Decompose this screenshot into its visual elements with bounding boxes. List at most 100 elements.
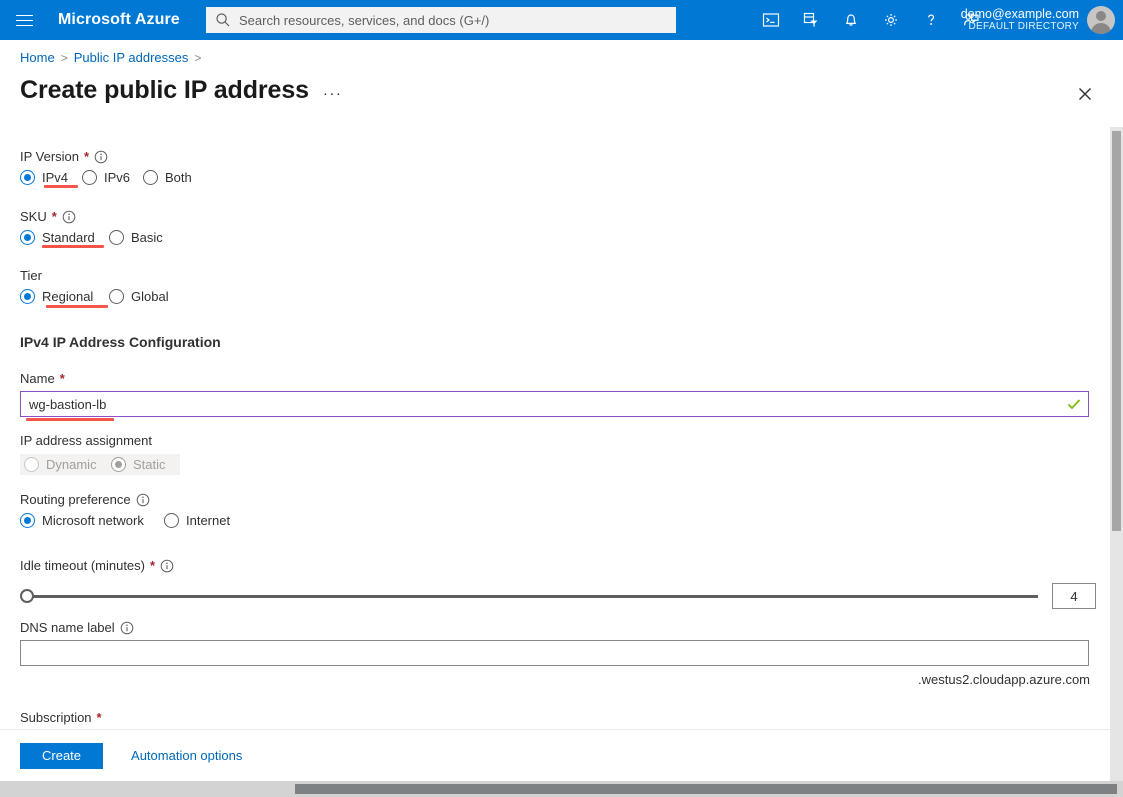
ip-version-label: IP Version: [20, 149, 80, 164]
name-input[interactable]: [20, 391, 1089, 417]
radio-label: Standard: [42, 230, 95, 245]
required-asterisk: *: [150, 558, 156, 573]
radio-indicator: [109, 230, 124, 245]
radio-label: IPv4: [42, 170, 69, 185]
radio-label: Internet: [186, 513, 231, 528]
radio-both[interactable]: Both: [143, 170, 196, 185]
field-idle-timeout: Idle timeout (minutes) *: [20, 558, 1096, 609]
account-email: demo@example.com: [960, 7, 1079, 22]
dns-name-label-row: DNS name label: [20, 620, 1089, 635]
header-icon-group: [751, 0, 991, 40]
create-public-ip-form: IP Version * IPv4 IPv6 Both SKU * Standa…: [0, 127, 1110, 729]
notifications-bell-icon[interactable]: [831, 0, 871, 40]
subscription-label-row: Subscription *: [20, 710, 102, 725]
idle-timeout-slider[interactable]: [20, 587, 1038, 605]
name-label: Name: [20, 371, 55, 386]
cloud-shell-icon[interactable]: [751, 0, 791, 40]
radio-dynamic: Dynamic: [24, 457, 111, 472]
idle-timeout-slider-row: [20, 583, 1096, 609]
annotation-underline-regional: [46, 305, 108, 308]
info-icon[interactable]: [160, 559, 174, 573]
annotation-underline-standard: [42, 245, 104, 248]
radio-label: Basic: [131, 230, 163, 245]
breadcrumb-item-public-ip-addresses[interactable]: Public IP addresses: [74, 50, 189, 65]
hamburger-icon[interactable]: [0, 0, 48, 40]
account-menu[interactable]: demo@example.com DEFAULT DIRECTORY: [961, 0, 1115, 40]
required-asterisk: *: [59, 371, 65, 386]
radio-global[interactable]: Global: [109, 289, 173, 304]
page-title: Create public IP address: [20, 76, 309, 104]
radio-label: Regional: [42, 289, 94, 304]
radio-indicator: [20, 230, 35, 245]
radio-label: Both: [165, 170, 192, 185]
info-icon[interactable]: [94, 150, 108, 164]
more-options-icon[interactable]: ···: [323, 85, 343, 102]
radio-label: Microsoft network: [42, 513, 144, 528]
create-button[interactable]: Create: [20, 742, 104, 769]
radio-regional[interactable]: Regional: [20, 289, 109, 308]
routing-preference-label: Routing preference: [20, 492, 131, 507]
radio-standard[interactable]: Standard: [20, 230, 109, 248]
radio-ipv6[interactable]: IPv6: [82, 170, 143, 185]
horizontal-scrollbar[interactable]: [0, 781, 1123, 797]
field-dns-name-label: DNS name label: [20, 620, 1089, 666]
ip-version-label-row: IP Version *: [20, 149, 196, 164]
tier-label: Tier: [20, 268, 42, 283]
ip-assignment-radio-group: Dynamic Static: [20, 454, 180, 475]
slider-thumb[interactable]: [20, 589, 34, 603]
slider-track: [32, 594, 1038, 598]
radio-microsoft-network[interactable]: Microsoft network: [20, 513, 164, 528]
annotation-underline-name: [26, 418, 114, 421]
radio-indicator: [143, 170, 158, 185]
dns-suffix-text: .westus2.cloudapp.azure.com: [918, 672, 1090, 687]
radio-indicator: [82, 170, 97, 185]
horizontal-scrollbar-thumb[interactable]: [295, 784, 1117, 794]
radio-label: Global: [131, 289, 169, 304]
breadcrumb-item-home[interactable]: Home: [20, 50, 55, 65]
avatar[interactable]: [1087, 6, 1115, 34]
tier-radio-group: Regional Global: [20, 289, 173, 308]
info-icon[interactable]: [62, 210, 76, 224]
vertical-scrollbar-thumb[interactable]: [1112, 131, 1121, 531]
global-header: Microsoft Azure Search resources, servic…: [0, 0, 1123, 40]
annotation-underline-ipv4: [44, 185, 78, 188]
field-subscription: Subscription *: [20, 710, 102, 725]
azure-brand-logo[interactable]: Microsoft Azure: [58, 11, 180, 29]
radio-indicator: [20, 289, 35, 304]
settings-gear-icon[interactable]: [871, 0, 911, 40]
radio-internet[interactable]: Internet: [164, 513, 234, 528]
name-label-row: Name *: [20, 371, 1089, 386]
ipv4-configuration-section-header: IPv4 IP Address Configuration: [20, 334, 221, 350]
dns-input-wrap: [20, 640, 1089, 666]
automation-options-link[interactable]: Automation options: [131, 748, 242, 763]
close-icon[interactable]: [1071, 80, 1099, 108]
routing-preference-radio-group: Microsoft network Internet: [20, 513, 234, 528]
info-icon[interactable]: [136, 493, 150, 507]
idle-timeout-label: Idle timeout (minutes): [20, 558, 145, 573]
field-sku: SKU * Standard Basic: [20, 209, 167, 248]
idle-timeout-value-input[interactable]: [1052, 583, 1096, 609]
search-icon: [216, 13, 230, 27]
breadcrumb: Home > Public IP addresses >: [20, 50, 201, 65]
radio-indicator: [24, 457, 39, 472]
dns-name-label-input[interactable]: [20, 640, 1089, 666]
subscription-label: Subscription: [20, 710, 92, 725]
global-search[interactable]: [206, 7, 676, 33]
dns-name-label: DNS name label: [20, 620, 115, 635]
sku-radio-group: Standard Basic: [20, 230, 167, 248]
field-routing-preference: Routing preference Microsoft network Int…: [20, 492, 234, 528]
radio-indicator: [109, 289, 124, 304]
radio-basic[interactable]: Basic: [109, 230, 167, 245]
ip-assignment-label: IP address assignment: [20, 433, 152, 448]
vertical-scrollbar[interactable]: [1110, 127, 1123, 782]
radio-ipv4[interactable]: IPv4: [20, 170, 82, 188]
account-directory: DEFAULT DIRECTORY: [968, 21, 1079, 33]
field-tier: Tier Regional Global: [20, 268, 173, 308]
search-input[interactable]: [237, 11, 668, 29]
required-asterisk: *: [51, 209, 57, 224]
radio-label: Static: [133, 457, 166, 472]
help-question-icon[interactable]: [911, 0, 951, 40]
info-icon[interactable]: [120, 621, 134, 635]
form-footer: Create Automation options: [0, 730, 1110, 781]
directories-subscriptions-icon[interactable]: [791, 0, 831, 40]
